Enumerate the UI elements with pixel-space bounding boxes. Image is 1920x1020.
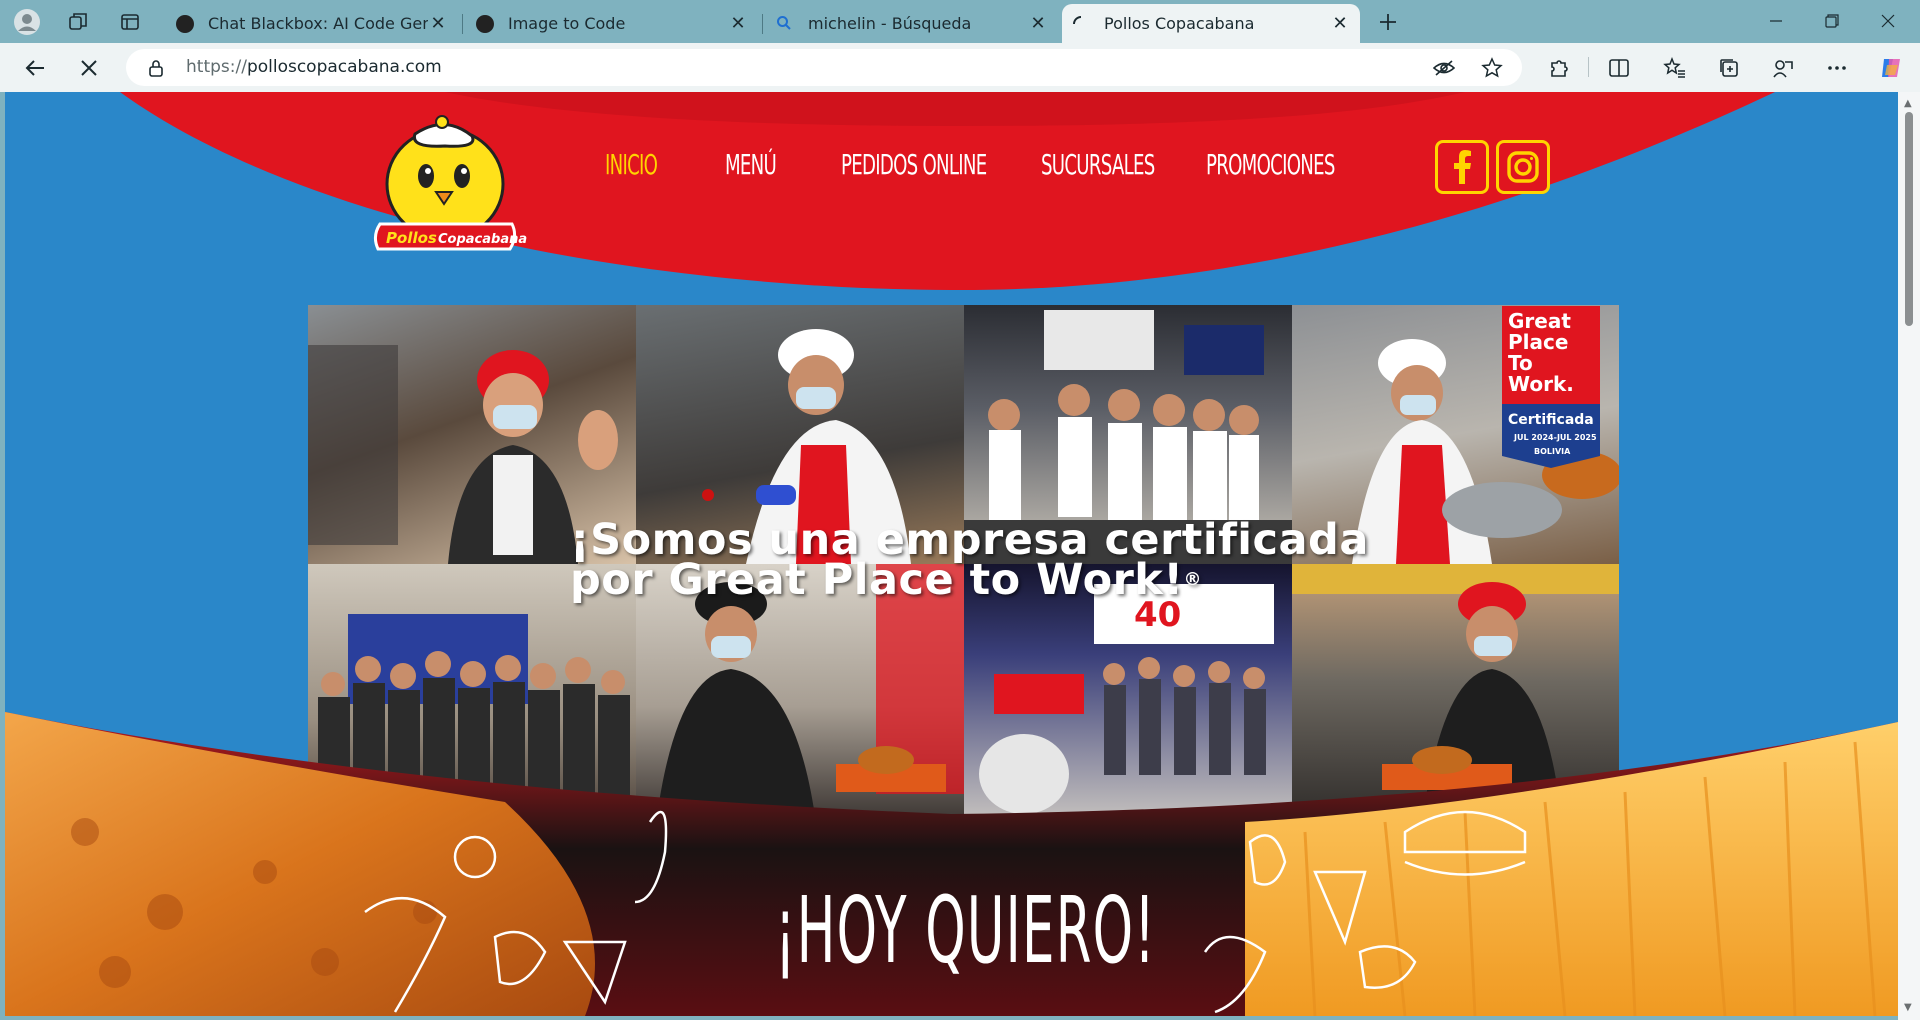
certification-headline: ¡Somos una empresa certificada por Great… (570, 515, 1369, 602)
tab-title: michelin - Búsqueda (808, 14, 972, 33)
tab-strip: Chat Blackbox: AI Code Generatio ✕ Image… (0, 0, 1920, 43)
split-screen-icon[interactable] (1604, 53, 1634, 83)
tab-divider (762, 14, 763, 34)
close-tab-icon[interactable]: ✕ (1330, 13, 1350, 34)
tab-blackbox[interactable]: Chat Blackbox: AI Code Generatio ✕ (166, 4, 458, 43)
url-host: polloscopacabana.com (246, 57, 442, 77)
nav-promociones[interactable]: PROMOCIONES (1206, 148, 1335, 181)
scroll-up-icon[interactable]: ▲ (1904, 98, 1912, 109)
instagram-icon[interactable] (1496, 140, 1550, 194)
lock-icon[interactable] (148, 59, 164, 81)
scroll-down-icon[interactable]: ▼ (1904, 1002, 1912, 1013)
header-arc (120, 92, 1775, 291)
tab-title: Pollos Copacabana (1104, 14, 1255, 33)
badge-text: JUL 2024-JUL 2025 (1513, 433, 1597, 442)
copilot-icon[interactable] (1876, 53, 1906, 83)
nav-pedidos-online[interactable]: PEDIDOS ONLINE (841, 148, 987, 181)
web-page: Pollos Copacabana INICIO MENÚ PEDIDOS ON… (5, 92, 1898, 1016)
badge-text: Certificada (1508, 412, 1594, 428)
great-place-to-work-badge: Great Place To Work. Certificada JUL 202… (1502, 306, 1600, 468)
badge-text: Work. (1508, 372, 1574, 396)
close-tab-icon[interactable]: ✕ (728, 13, 748, 34)
stop-loading-icon[interactable] (72, 51, 106, 85)
site-logo[interactable]: Pollos Copacabana (360, 114, 530, 254)
new-tab-icon[interactable] (1374, 8, 1402, 36)
page-scrollbar[interactable]: ▲ ▼ (1898, 92, 1920, 1020)
hoy-quiero-banner-text: ¡HOY QUIERO! (775, 877, 1157, 984)
minimize-icon[interactable] (1752, 6, 1800, 36)
tab-image-to-code[interactable]: Image to Code ✕ (466, 4, 758, 43)
registered-mark: ® (1183, 569, 1203, 590)
close-window-icon[interactable] (1864, 6, 1912, 36)
restore-icon[interactable] (1808, 6, 1856, 36)
blackbox-favicon-icon (176, 14, 194, 33)
nav-inicio[interactable]: INICIO (605, 148, 658, 181)
loading-spinner-icon (1072, 15, 1090, 33)
close-tab-icon[interactable]: ✕ (428, 13, 448, 34)
nav-sucursales[interactable]: SUCURSALES (1041, 148, 1155, 181)
browser-essentials-icon[interactable] (1768, 53, 1798, 83)
toolbar-divider (1588, 57, 1589, 77)
extensions-icon[interactable] (1544, 53, 1574, 83)
collections-icon[interactable] (1714, 53, 1744, 83)
facebook-icon[interactable] (1435, 140, 1489, 194)
browser-toolbar: https://polloscopacabana.com (0, 43, 1920, 92)
tab-actions-icon[interactable] (116, 8, 144, 36)
search-icon (776, 15, 794, 33)
logo-text-copacabana: Copacabana (438, 232, 527, 247)
badge-text: BOLIVIA (1534, 447, 1571, 456)
url-text[interactable]: https://polloscopacabana.com (186, 57, 442, 77)
tracking-prevention-icon[interactable] (1432, 56, 1456, 80)
favorites-icon[interactable] (1660, 53, 1690, 83)
tab-title: Chat Blackbox: AI Code Generatio (208, 14, 428, 33)
workspaces-icon[interactable] (64, 8, 92, 36)
close-tab-icon[interactable]: ✕ (1028, 13, 1048, 34)
tab-michelin-search[interactable]: michelin - Búsqueda ✕ (766, 4, 1058, 43)
logo-text-pollos: Pollos (386, 229, 437, 247)
address-bar[interactable]: https://polloscopacabana.com (126, 49, 1522, 86)
tab-divider (462, 14, 463, 34)
more-icon[interactable] (1822, 53, 1852, 83)
headline-line-2: por Great Place to Work! (570, 555, 1184, 605)
nav-menu[interactable]: MENÚ (725, 148, 777, 181)
headline-line-1: ¡Somos una empresa certificada (570, 515, 1369, 565)
profile-icon[interactable] (13, 8, 41, 36)
tab-pollos-copacabana[interactable]: Pollos Copacabana ✕ (1062, 4, 1360, 43)
back-icon[interactable] (18, 51, 52, 85)
image-to-code-favicon-icon (476, 14, 494, 33)
favorite-star-icon[interactable] (1480, 56, 1504, 80)
url-scheme: https:// (186, 57, 247, 77)
tab-title: Image to Code (508, 14, 626, 33)
scrollbar-thumb[interactable] (1905, 112, 1913, 326)
